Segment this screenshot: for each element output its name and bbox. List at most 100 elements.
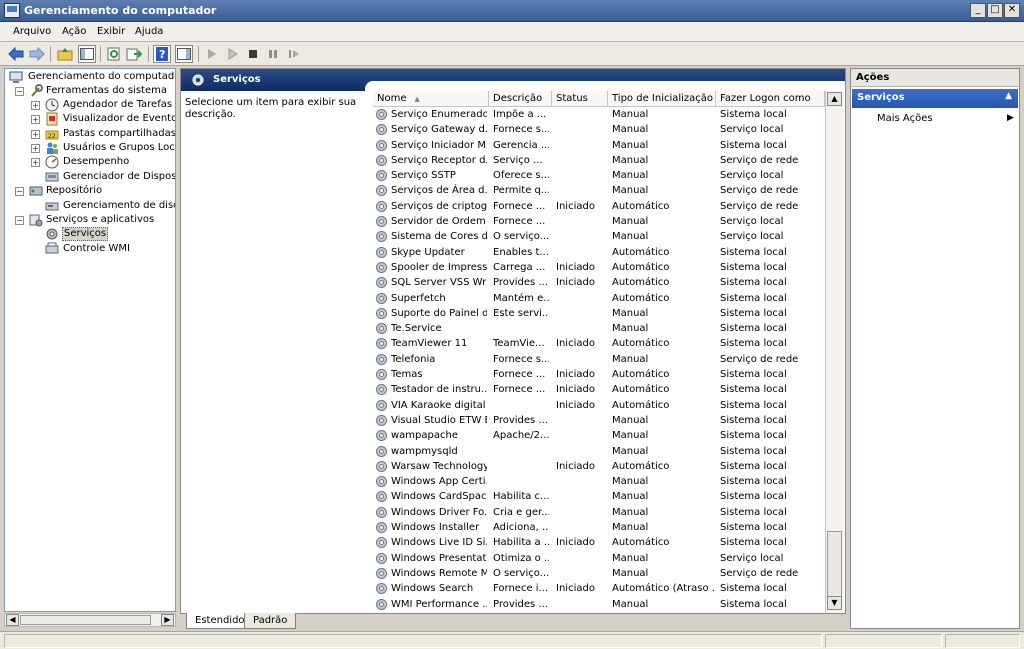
forward-button[interactable] (28, 45, 46, 63)
table-row[interactable]: Skype Updater Enables t... Automático Siste… (373, 245, 825, 260)
column-header-logon-as[interactable]: Fazer Logon como (716, 91, 825, 107)
table-row[interactable]: Windows Remote M... O serviço... Manual Ser… (373, 566, 825, 581)
scroll-right-button[interactable]: ▶ (161, 614, 174, 626)
list-vertical-scrollbar[interactable]: ▲ ▼ (825, 91, 843, 613)
start-service-button[interactable] (203, 45, 221, 63)
table-row[interactable]: Windows Live ID Si... Habilita a ... Inici… (373, 535, 825, 550)
table-row[interactable]: Serviços de Área d... Permite q... Manual S… (373, 183, 825, 198)
maximize-button[interactable]: □ (987, 3, 1003, 18)
expand-toggle[interactable]: + (31, 158, 40, 167)
table-row[interactable]: Windows Search Fornece i... Iniciado Automá… (373, 581, 825, 596)
start-service-alt-button[interactable] (224, 45, 242, 63)
scroll-thumb[interactable] (20, 615, 151, 625)
table-row[interactable]: Sistema de Cores d... O serviço... Manual S… (373, 229, 825, 244)
table-row[interactable]: Spooler de Impressão Carrega ... Iniciado A… (373, 260, 825, 275)
column-header-status[interactable]: Status (552, 91, 608, 107)
service-description-cell: TeamVie... (493, 338, 545, 350)
table-row[interactable]: Temas Fornece ... Iniciado Automático Sistem… (373, 367, 825, 382)
service-gear-icon (376, 399, 387, 411)
table-row[interactable]: Windows Driver Fo... Cria e ger... Manual S… (373, 505, 825, 520)
table-row[interactable]: TeamViewer 11 TeamVie... Iniciado Automátic… (373, 336, 825, 351)
service-logon-as: Sistema local (720, 598, 787, 610)
table-row[interactable]: wampapache Apache/2... Manual Sistema local (373, 428, 825, 443)
service-logon-as: Sistema local (720, 338, 787, 350)
service-gear-icon (376, 460, 387, 472)
service-status: Iniciado (556, 384, 595, 396)
tab-padrao[interactable]: Padrão (244, 613, 297, 629)
table-row[interactable]: wampmysqld Manual Sistema local (373, 444, 825, 459)
show-hide-tree-button[interactable] (78, 45, 96, 63)
table-row[interactable]: Superfetch Mantém e... Automático Sistema l… (373, 291, 825, 306)
collapse-up-icon[interactable]: ▲ (1005, 91, 1012, 101)
service-status: Iniciado (556, 537, 595, 549)
service-name: Spooler de Impressão (391, 261, 487, 273)
more-actions-item[interactable]: Mais Ações (877, 113, 933, 124)
table-row[interactable]: Windows CardSpace Habilita c... Manual Sist… (373, 489, 825, 504)
table-row[interactable]: Serviço Receptor d... Serviço ... Manual Se… (373, 153, 825, 168)
actions-group-services[interactable]: Serviços ▲ (852, 89, 1018, 108)
service-gear-icon (376, 445, 387, 457)
scroll-thumb[interactable] (827, 531, 842, 597)
expand-toggle[interactable]: + (31, 130, 40, 139)
table-row[interactable]: Serviço Iniciador Mi... Gerencia ... Manua… (373, 138, 825, 153)
table-row[interactable]: Telefonia Fornece s... Manual Serviço de re… (373, 352, 825, 367)
collapse-toggle[interactable]: − (15, 187, 24, 196)
expand-toggle[interactable]: + (31, 115, 40, 124)
column-header-name[interactable]: Nome ▲ (373, 91, 489, 107)
column-header-description[interactable]: Descrição (489, 91, 552, 107)
export-icon (126, 48, 142, 61)
service-startup-type: Manual (612, 109, 649, 120)
tree-label: Serviços e aplicativos (46, 214, 155, 225)
console-tree: Gerenciamento do computador (lo − Ferram… (4, 68, 176, 612)
scroll-down-button[interactable]: ▼ (827, 596, 842, 610)
table-row[interactable]: Servidor de Ordem ... Fornece ... Manual Se… (373, 214, 825, 229)
folder-up-icon (57, 48, 73, 61)
show-action-pane-button[interactable] (175, 45, 193, 63)
expand-toggle[interactable]: + (31, 101, 40, 110)
table-row[interactable]: Serviço SSTP Oferece s... Manual Serviço lo… (373, 168, 825, 183)
menu-arquivo[interactable]: Arquivo (13, 26, 51, 37)
table-row[interactable]: Visual Studio ETW E... Provides ... Manual… (373, 413, 825, 428)
collapse-toggle[interactable]: − (15, 216, 24, 225)
menu-exibir[interactable]: Exibir (97, 26, 125, 37)
table-row[interactable]: VIA Karaoke digital ... Iniciado Automátic… (373, 398, 825, 413)
service-gear-icon (376, 109, 387, 120)
service-gear-icon (376, 414, 387, 426)
table-row[interactable]: Windows Presentat... Otimiza o ... Manual S… (373, 551, 825, 566)
refresh-button[interactable] (105, 45, 123, 63)
up-folder-button[interactable] (56, 45, 74, 63)
table-row[interactable]: Windows App Certi... Manual Sistema local (373, 474, 825, 489)
table-row[interactable]: Warsaw Technology Iniciado Automático Siste… (373, 459, 825, 474)
table-row[interactable]: SQL Server VSS Wri... Provides ... Iniciad… (373, 275, 825, 290)
collapse-toggle[interactable]: − (15, 87, 24, 96)
column-header-startup-type[interactable]: Tipo de Inicialização (608, 91, 716, 107)
table-row[interactable]: Windows Installer Adiciona, ... Manual Sist… (373, 520, 825, 535)
tree-label-root: Gerenciamento do computador (lo (28, 71, 175, 82)
pause-service-button[interactable] (264, 45, 282, 63)
service-startup-type: Automático (612, 292, 670, 304)
submenu-arrow-icon[interactable]: ▶ (1007, 113, 1014, 123)
menu-ajuda[interactable]: Ajuda (135, 26, 163, 37)
scroll-left-button[interactable]: ◀ (6, 614, 19, 626)
export-list-button[interactable] (125, 45, 143, 63)
back-button[interactable] (7, 45, 25, 63)
service-description-cell: Provides ... (493, 414, 548, 426)
minimize-button[interactable]: _ (970, 3, 986, 18)
table-row[interactable]: Serviço Gateway d... Fornece s... Manual Se… (373, 122, 825, 137)
table-row[interactable]: Suporte do Painel d... Este servi... Manua… (373, 306, 825, 321)
disk-management-icon (45, 202, 59, 211)
close-button[interactable]: ✕ (1004, 3, 1020, 18)
service-startup-type: Manual (612, 430, 649, 442)
table-row[interactable]: WMI Performance ... Provides ... Manual Sis… (373, 597, 825, 612)
menu-acao[interactable]: Ação (62, 26, 86, 37)
scroll-up-button[interactable]: ▲ (827, 92, 842, 106)
table-row[interactable]: Te.Service Manual Sistema local (373, 321, 825, 336)
tree-horizontal-scrollbar[interactable]: ◀ ▶ (4, 613, 176, 627)
restart-service-button[interactable] (285, 45, 303, 63)
help-button[interactable]: ? (153, 45, 171, 63)
stop-service-button[interactable] (244, 45, 262, 63)
expand-toggle[interactable]: + (31, 144, 40, 153)
table-row[interactable]: Serviço Enumerado... Impõe a ... Manual Sis… (373, 107, 825, 122)
table-row[interactable]: Testador de instru... Fornece ... Iniciado… (373, 382, 825, 397)
table-row[interactable]: Serviços de criptog... Fornece ... Iniciad… (373, 199, 825, 214)
